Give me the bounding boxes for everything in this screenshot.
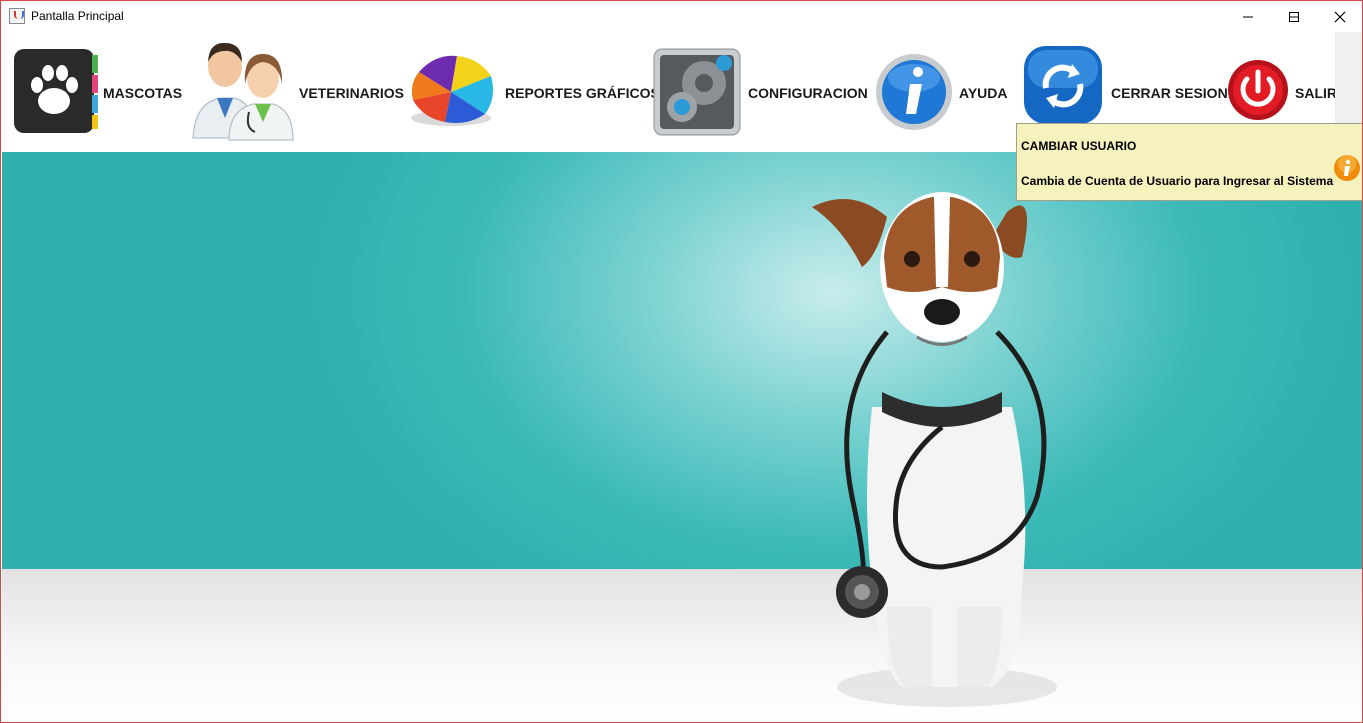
refresh-icon xyxy=(1024,46,1102,124)
configuracion-button[interactable]: CONFIGURACION xyxy=(652,32,870,152)
info-icon xyxy=(876,54,952,130)
doctors-icon xyxy=(192,42,294,141)
paw-book-icon xyxy=(14,49,98,133)
maximize-icon xyxy=(1289,11,1299,22)
veterinarios-button[interactable]: VETERINARIOS xyxy=(189,32,404,152)
salir-label: SALIR xyxy=(1295,85,1337,101)
main-banner xyxy=(2,152,1362,722)
minimize-button-real[interactable] xyxy=(1225,1,1271,32)
mascotas-label: MASCOTAS xyxy=(103,85,183,101)
gears-icon xyxy=(653,48,741,136)
veterinarios-label: VETERINARIOS xyxy=(299,85,405,101)
close-icon xyxy=(1334,11,1346,22)
window-title: Pantalla Principal xyxy=(31,9,124,23)
tooltip-cambiar-usuario: CAMBIAR USUARIO Cambia de Cuenta de Usua… xyxy=(1016,123,1362,201)
banner-floor xyxy=(2,569,1362,722)
maximize-button[interactable] xyxy=(1271,1,1317,32)
close-button[interactable] xyxy=(1317,1,1362,32)
configuracion-label: CONFIGURACION xyxy=(748,85,868,101)
banner-teal-background xyxy=(2,152,1362,569)
mascotas-button[interactable]: MASCOTAS xyxy=(10,32,185,152)
power-icon xyxy=(1228,60,1288,120)
dog-with-stethoscope-image xyxy=(812,192,1057,707)
main-window: Pantalla Principal MASCOTAS VETERINARIOS… xyxy=(0,0,1363,723)
ayuda-label: AYUDA xyxy=(959,85,1008,101)
reportes-graficos-button[interactable]: REPORTES GRÁFICOS xyxy=(403,32,660,152)
java-app-icon xyxy=(9,8,25,24)
ayuda-button[interactable]: AYUDA xyxy=(874,32,1014,152)
pie-chart-icon xyxy=(411,55,493,126)
reportes-graficos-label: REPORTES GRÁFICOS xyxy=(505,85,660,101)
tooltip-title: CAMBIAR USUARIO xyxy=(1021,139,1137,153)
minimize-icon xyxy=(1243,16,1253,17)
cerrar-sesion-label: CERRAR SESION xyxy=(1111,85,1228,101)
title-bar: Pantalla Principal xyxy=(1,1,1362,32)
tooltip-description: Cambia de Cuenta de Usuario para Ingresa… xyxy=(1021,174,1334,188)
info-icon xyxy=(1334,155,1360,181)
